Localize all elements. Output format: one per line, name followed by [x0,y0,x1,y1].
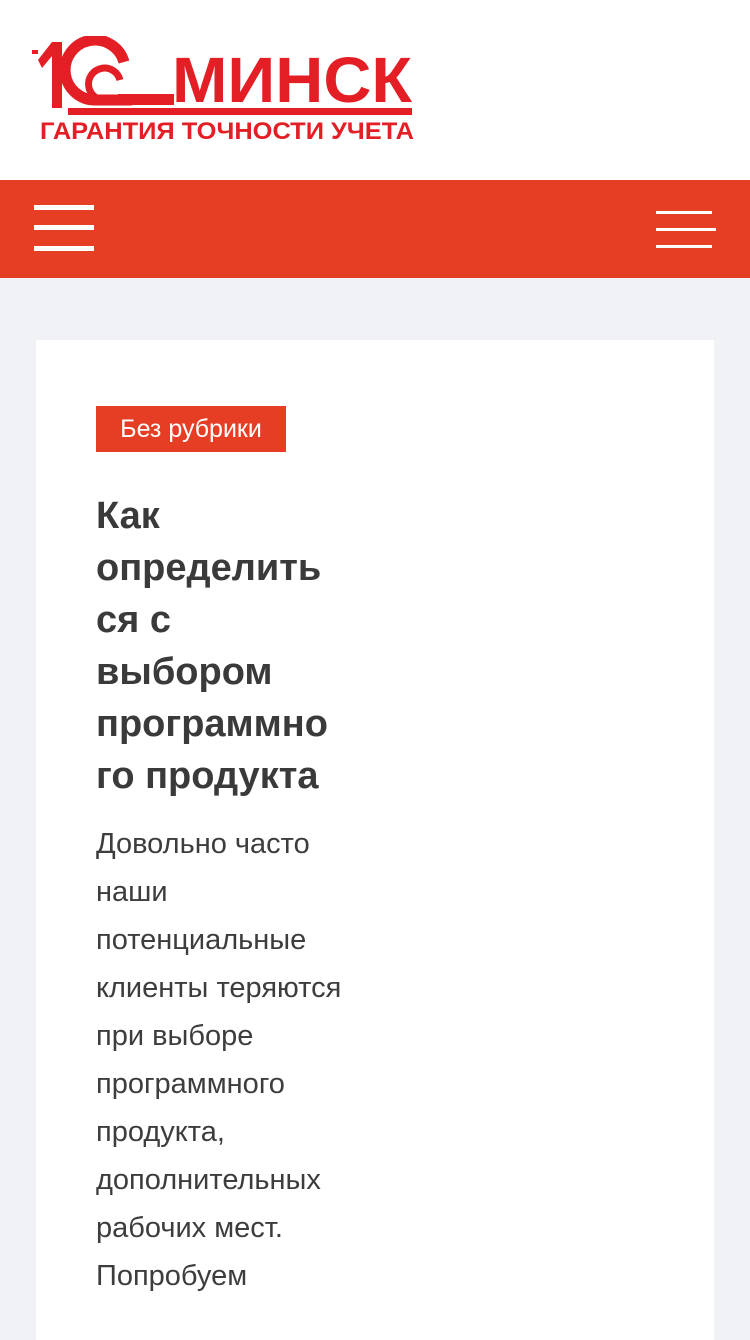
main-navbar [0,180,750,278]
post-title[interactable]: Как определить ся с выбором программно го про… [96,490,346,802]
1c-minsk-logo-icon: МИНСК ГАРАНТИЯ ТОЧНОСТИ УЧЕТА [32,36,414,144]
site-logo[interactable]: МИНСК ГАРАНТИЯ ТОЧНОСТИ УЧЕТА [32,36,416,144]
hamburger-menu-icon[interactable] [34,205,94,253]
post-excerpt: Довольно часто наши потенциальные клиент… [96,828,342,1292]
svg-text:МИНСК: МИНСК [172,44,413,116]
svg-text:ГАРАНТИЯ ТОЧНОСТИ УЧЕТА: ГАРАНТИЯ ТОЧНОСТИ УЧЕТА [40,118,414,144]
secondary-menu-icon[interactable] [656,209,718,249]
category-badge[interactable]: Без рубрики [96,406,286,452]
site-header: МИНСК ГАРАНТИЯ ТОЧНОСТИ УЧЕТА [0,0,750,180]
